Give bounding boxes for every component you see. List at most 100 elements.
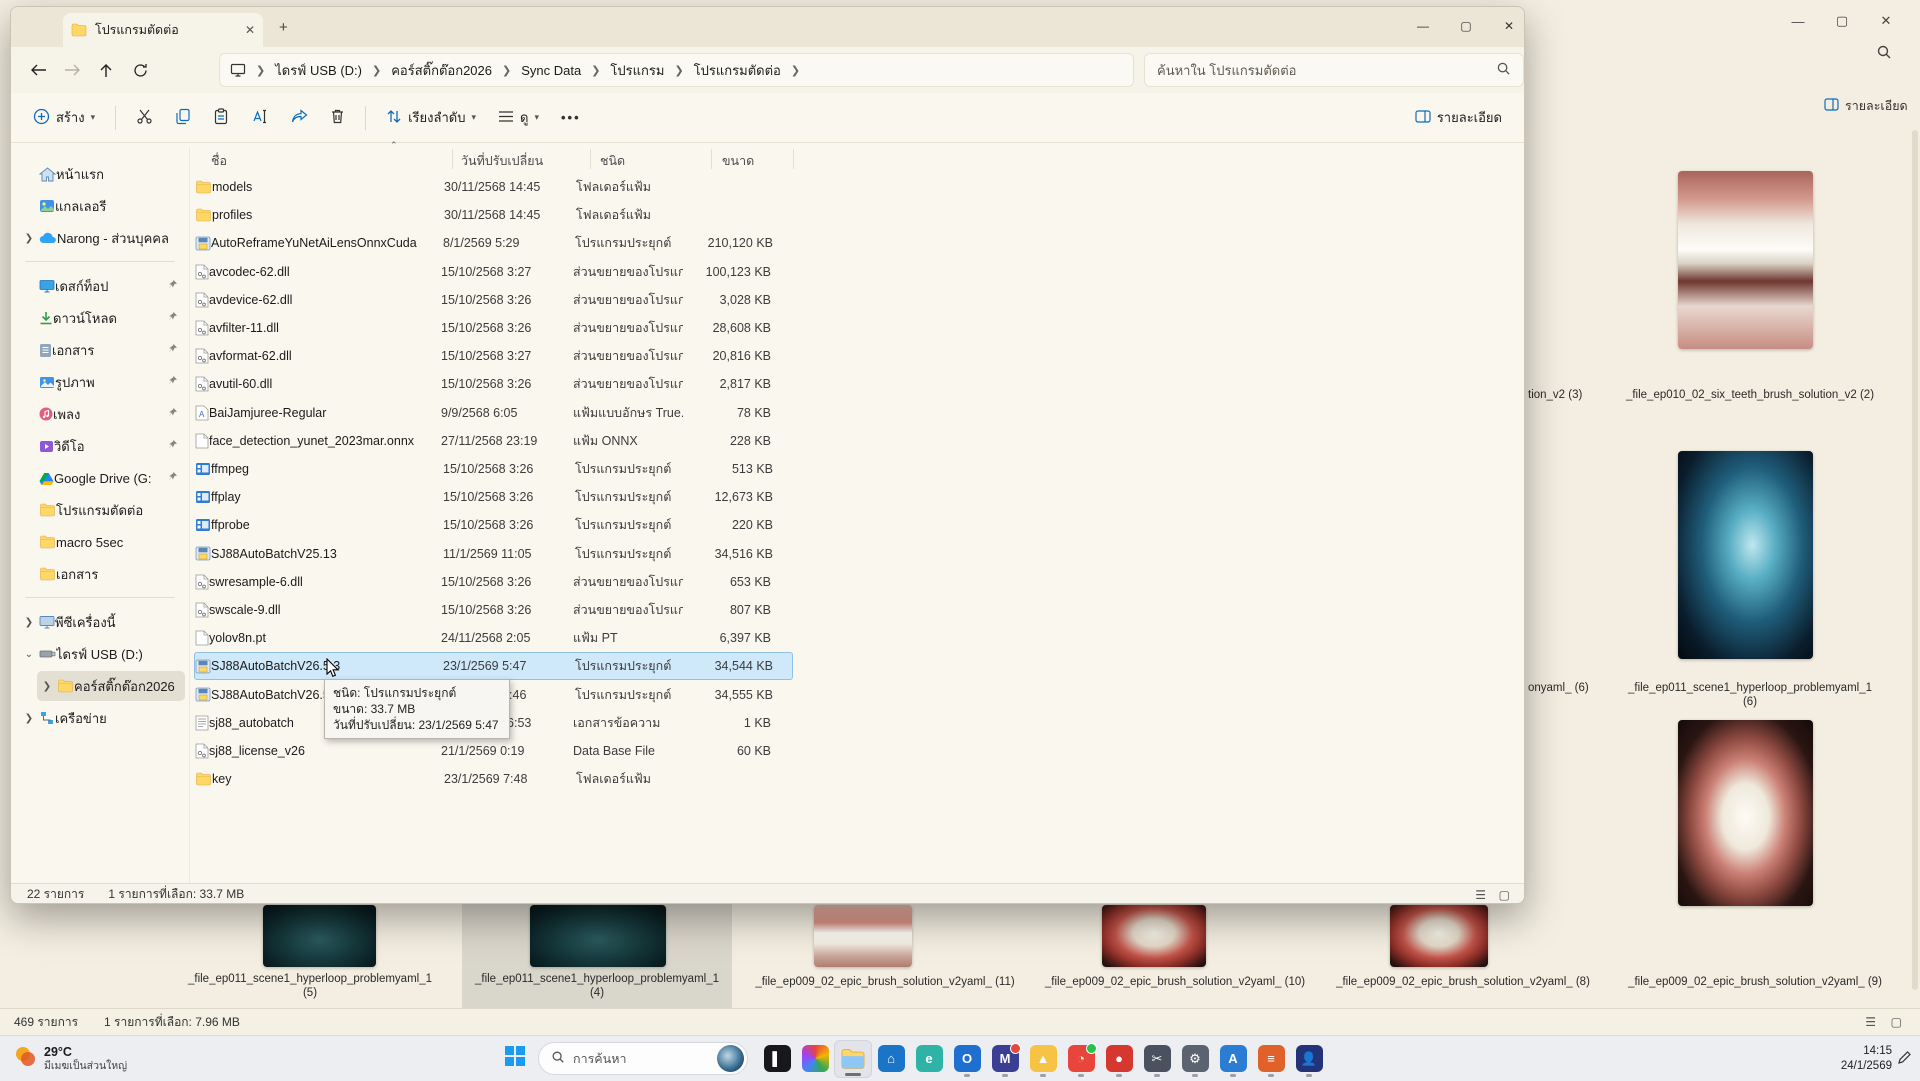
bg-thumb-view-icon[interactable]: ▢: [1891, 1015, 1902, 1029]
sidebar-item-พีซีเครื่องนี้[interactable]: ❯พีซีเครื่องนี้: [19, 607, 185, 637]
expand-chevron-icon[interactable]: ❯: [19, 713, 39, 724]
sidebar-item-macro-5sec[interactable]: macro 5sec: [19, 527, 185, 557]
more-options-button[interactable]: •••: [553, 104, 589, 131]
sidebar-item-คอร์สติ๊กต๊อก2026[interactable]: ❯คอร์สติ๊กต๊อก2026: [37, 671, 185, 701]
file-row[interactable]: swscale-9.dll15/10/2568 3:26ส่วนขยายของโ…: [194, 596, 793, 624]
chevron-right-icon[interactable]: ❯: [589, 64, 602, 77]
window-maximize-button[interactable]: ▢: [1449, 11, 1483, 41]
copy-button[interactable]: [167, 102, 199, 134]
thumbnail-image[interactable]: [1102, 905, 1206, 967]
details-pane-button[interactable]: รายละเอียด: [1407, 101, 1510, 134]
file-row[interactable]: swresample-6.dll15/10/2568 3:26ส่วนขยายข…: [194, 568, 793, 596]
file-row[interactable]: face_detection_yunet_2023mar.onnx27/11/2…: [194, 427, 793, 455]
sidebar-item-ไดรฟ์-USB-(D:)[interactable]: ⌄ไดรฟ์ USB (D:): [19, 639, 185, 669]
file-row[interactable]: ffmpeg15/10/2568 3:26โปรแกรมประยุกต์513 …: [194, 455, 793, 483]
back-icon[interactable]: [21, 55, 55, 85]
file-row[interactable]: profiles30/11/2568 14:45โฟลเดอร์แฟ้ม: [194, 201, 793, 229]
file-row[interactable]: ABaiJamjuree-Regular9/9/2568 6:05แฟ้มแบบ…: [194, 399, 793, 427]
bg-minimize-button[interactable]: —: [1776, 8, 1820, 34]
sidebar-item-หน้าแรก[interactable]: หน้าแรก: [19, 159, 185, 189]
taskbar-app-notepad[interactable]: ≡: [1252, 1040, 1290, 1078]
sidebar-item-เอกสาร[interactable]: เอกสาร: [19, 559, 185, 589]
sidebar-item-เพลง[interactable]: เพลง: [19, 399, 185, 429]
bg-details-toggle[interactable]: รายละเอียด: [1824, 96, 1908, 116]
search-icon[interactable]: [1496, 61, 1511, 79]
taskbar-app-remote-desktop[interactable]: 👤: [1290, 1040, 1328, 1078]
sidebar-item-แกลเลอรี[interactable]: แกลเลอรี: [19, 191, 185, 221]
column-size[interactable]: ขนาด: [722, 151, 754, 171]
bg-list-view-icon[interactable]: ☰: [1865, 1015, 1876, 1029]
search-highlight-image[interactable]: [717, 1045, 744, 1072]
thumbnail-image[interactable]: [1678, 720, 1813, 906]
file-row[interactable]: models30/11/2568 14:45โฟลเดอร์แฟ้ม: [194, 173, 793, 201]
breadcrumb-segment[interactable]: Sync Data: [517, 61, 585, 80]
delete-button[interactable]: [322, 102, 353, 133]
weather-widget[interactable]: 29°C มีเมฆเป็นส่วนใหญ่: [12, 1043, 127, 1074]
chevron-right-icon[interactable]: ❯: [500, 64, 513, 77]
view-button[interactable]: ดู▾: [490, 101, 547, 134]
taskbar-app-microsoft-store[interactable]: ⌂: [872, 1040, 910, 1078]
thumb-view-toggle-icon[interactable]: ▢: [1499, 888, 1510, 902]
chevron-right-icon[interactable]: ❯: [370, 64, 383, 77]
expand-chevron-icon[interactable]: ⌄: [19, 649, 39, 660]
breadcrumb-segment[interactable]: โปรแกรม: [606, 58, 668, 83]
sidebar-item-เอกสาร[interactable]: เอกสาร: [19, 335, 185, 365]
column-date[interactable]: วันที่ปรับเปลี่ยน: [461, 151, 543, 171]
sidebar-item-รูปภาพ[interactable]: รูปภาพ: [19, 367, 185, 397]
paste-button[interactable]: [205, 102, 237, 134]
sidebar-item-เดสก์ท็อป[interactable]: เดสก์ท็อป: [19, 271, 185, 301]
taskbar-app-photos[interactable]: [796, 1040, 834, 1078]
file-row[interactable]: SJ88AutoBatchV26.5.323/1/2569 5:47โปรแกร…: [194, 652, 793, 680]
taskbar-app-red-media-app[interactable]: ●: [1100, 1040, 1138, 1078]
sidebar-item-เครือข่าย[interactable]: ❯เครือข่าย: [19, 703, 185, 733]
new-tab-button[interactable]: +: [279, 19, 288, 36]
bg-close-button[interactable]: ✕: [1864, 8, 1908, 34]
taskbar-app-google-drive[interactable]: ▲: [1024, 1040, 1062, 1078]
tab-close-icon[interactable]: ✕: [245, 23, 255, 37]
thumbnail-image[interactable]: [1390, 905, 1488, 967]
rename-button[interactable]: [243, 103, 277, 133]
file-row[interactable]: sj88_license_v2621/1/2569 0:19Data Base …: [194, 737, 793, 765]
file-row[interactable]: key23/1/2569 7:48โฟลเดอร์แฟ้ม: [194, 765, 793, 793]
taskbar-app-capcut[interactable]: ▌: [758, 1040, 796, 1078]
thumbnail-image[interactable]: [1678, 451, 1813, 659]
sidebar-item-โปรแกรมตัดต่อ[interactable]: โปรแกรมตัดต่อ: [19, 495, 185, 525]
list-view-toggle-icon[interactable]: ☰: [1475, 888, 1486, 902]
taskbar-app-file-explorer[interactable]: [834, 1040, 872, 1078]
breadcrumb-segment[interactable]: คอร์สติ๊กต๊อก2026: [387, 58, 496, 83]
thumbnail-image[interactable]: [263, 905, 376, 967]
breadcrumb-segment[interactable]: โปรแกรมตัดต่อ: [690, 58, 785, 83]
sidebar-item-Google-Drive-(G:[interactable]: Google Drive (G:: [19, 463, 185, 493]
sidebar-item-วิดีโอ[interactable]: วิดีโอ: [19, 431, 185, 461]
taskbar-app-edge[interactable]: e: [910, 1040, 948, 1078]
chevron-right-icon[interactable]: ❯: [789, 64, 802, 77]
new-button[interactable]: สร้าง▾: [25, 101, 103, 134]
share-button[interactable]: [283, 103, 316, 133]
file-row[interactable]: avfilter-11.dll15/10/2568 3:26ส่วนขยายขอ…: [194, 314, 793, 342]
expand-chevron-icon[interactable]: ❯: [37, 681, 57, 692]
taskbar-app-snipping-tool[interactable]: ✂: [1138, 1040, 1176, 1078]
file-row[interactable]: avutil-60.dll15/10/2568 3:26ส่วนขยายของโ…: [194, 370, 793, 398]
forward-icon[interactable]: [55, 55, 89, 85]
file-row[interactable]: ffplay15/10/2568 3:26โปรแกรมประยุกต์12,6…: [194, 483, 793, 511]
file-row[interactable]: ffprobe15/10/2568 3:26โปรแกรมประยุกต์220…: [194, 511, 793, 539]
thumbnail-image[interactable]: [530, 905, 666, 967]
refresh-icon[interactable]: [123, 55, 157, 85]
thumbnail-image[interactable]: [814, 905, 912, 967]
sidebar-item-Narong---ส่วนบุคคล[interactable]: ❯Narong - ส่วนบุคคล: [19, 223, 185, 253]
chevron-right-icon[interactable]: ❯: [672, 64, 685, 77]
file-row[interactable]: yolov8n.pt24/11/2568 2:05แฟ้ม PT6,397 KB: [194, 624, 793, 652]
breadcrumb-segment[interactable]: ไดรฟ์ USB (D:): [271, 58, 366, 83]
taskbar-app-settings[interactable]: ⚙: [1176, 1040, 1214, 1078]
taskbar-search[interactable]: การค้นหา: [538, 1042, 748, 1075]
window-minimize-button[interactable]: —: [1406, 11, 1440, 41]
taskbar-app-messenger[interactable]: M: [986, 1040, 1024, 1078]
file-row[interactable]: avcodec-62.dll15/10/2568 3:27ส่วนขยายของ…: [194, 258, 793, 286]
taskbar-app-photo-viewer[interactable]: A: [1214, 1040, 1252, 1078]
search-box[interactable]: ค้นหาใน โปรแกรมตัดต่อ: [1144, 53, 1524, 87]
file-row[interactable]: avdevice-62.dll15/10/2568 3:26ส่วนขยายขอ…: [194, 286, 793, 314]
file-row[interactable]: avformat-62.dll15/10/2568 3:27ส่วนขยายขอ…: [194, 342, 793, 370]
cut-button[interactable]: [128, 102, 161, 134]
start-button[interactable]: [502, 1043, 528, 1074]
file-row[interactable]: AutoReframeYuNetAiLensOnnxCuda8/1/2569 5…: [194, 229, 793, 257]
